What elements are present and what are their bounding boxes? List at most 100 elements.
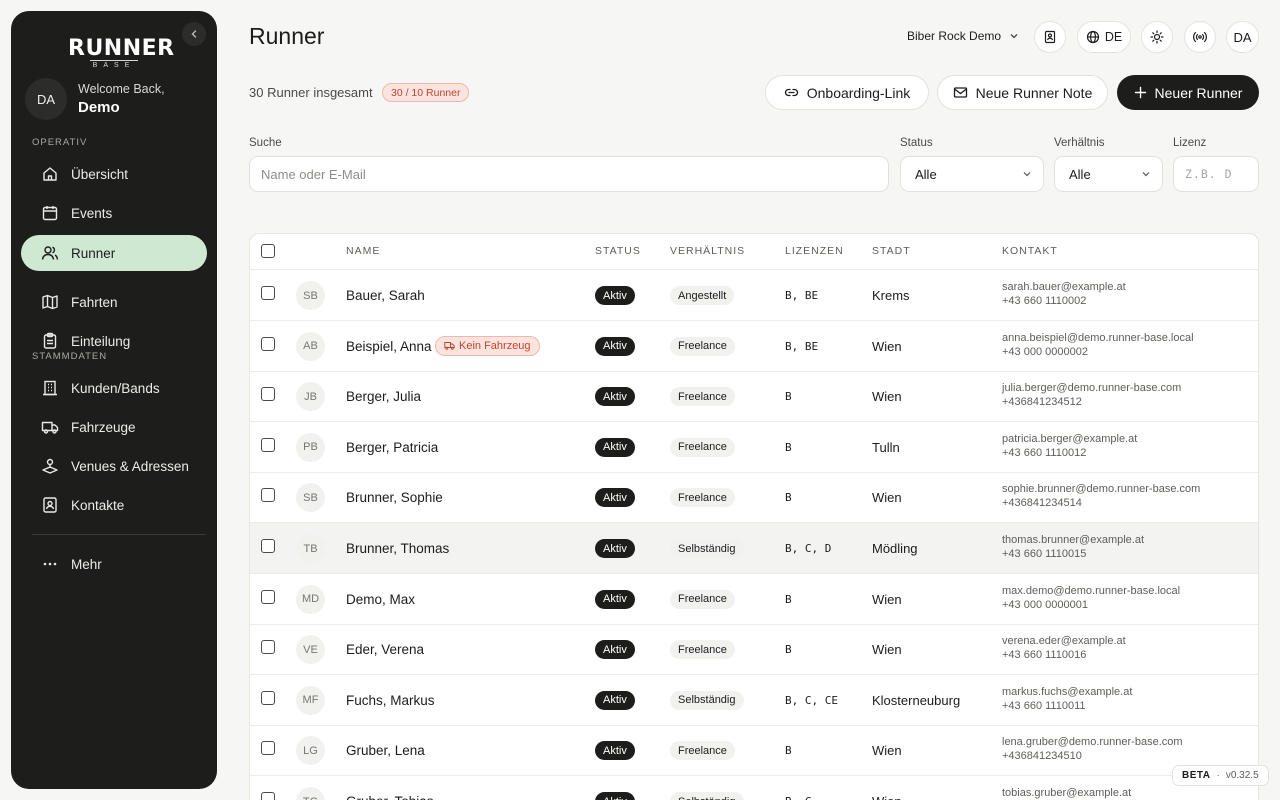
table-row[interactable]: VE Eder, Verena Aktiv Freelance B Wien verena.… <box>250 624 1258 676</box>
row-checkbox[interactable] <box>261 589 275 604</box>
row-checkbox[interactable] <box>261 792 275 800</box>
table-row[interactable]: TG Gruber, Tobias Aktiv Selbständig B, C Wien… <box>250 776 1258 800</box>
relation-filter-select[interactable]: Alle <box>1054 156 1163 192</box>
email[interactable]: julia.berger@demo.runner-base.com <box>1002 382 1181 394</box>
relation-badge: Freelance <box>670 640 735 660</box>
sidebar-item-mehr[interactable]: Mehr <box>21 546 207 582</box>
email[interactable]: sarah.bauer@example.at <box>1002 281 1126 293</box>
users-icon <box>41 244 59 262</box>
phone[interactable]: +43 000 0000002 <box>1002 346 1088 358</box>
sidebar-item-label: Kontakte <box>71 497 125 513</box>
runner-name[interactable]: Berger, Julia <box>346 389 421 404</box>
contact-card-button[interactable] <box>1034 21 1066 53</box>
new-runner-button[interactable]: Neuer Runner <box>1117 75 1259 110</box>
row-avatar: TB <box>296 534 325 563</box>
onboarding-link-button[interactable]: Onboarding-Link <box>765 75 929 110</box>
runner-name[interactable]: Gruber, Lena <box>346 743 425 758</box>
org-selector[interactable]: Biber Rock Demo <box>907 29 1019 43</box>
email[interactable]: lena.gruber@demo.runner-base.com <box>1002 736 1183 748</box>
table-row[interactable]: MF Fuchs, Markus Aktiv Selbständig B, C, CE K… <box>250 675 1258 726</box>
email[interactable]: markus.fuchs@example.at <box>1002 686 1132 698</box>
row-avatar: MD <box>296 584 325 614</box>
runner-name[interactable]: Bauer, Sarah <box>346 288 425 303</box>
runner-name[interactable]: Eder, Verena <box>346 642 424 657</box>
sidebar-item-events[interactable]: Events <box>21 195 207 231</box>
runner-name[interactable]: Demo, Max <box>346 592 415 607</box>
row-checkbox[interactable] <box>261 690 275 705</box>
sidebar-item-runner[interactable]: Runner <box>21 235 207 271</box>
sidebar-item-kontakte[interactable]: Kontakte <box>21 487 207 523</box>
broadcast-button[interactable] <box>1184 21 1216 53</box>
column-header-name[interactable]: NAME <box>346 245 380 257</box>
column-header-contact[interactable]: KONTAKT <box>1002 245 1058 257</box>
table-row[interactable]: LG Gruber, Lena Aktiv Freelance B Wien lena.gr… <box>250 725 1258 777</box>
sidebar-item-venues[interactable]: Venues & Adressen <box>21 448 207 484</box>
row-checkbox[interactable] <box>261 437 275 452</box>
table-row[interactable]: SB Brunner, Sophie Aktiv Freelance B Wien soph… <box>250 472 1258 524</box>
sidebar-item-fahrzeuge[interactable]: Fahrzeuge <box>21 409 207 445</box>
runner-name[interactable]: Brunner, Sophie <box>346 490 443 505</box>
table-row[interactable]: JB Berger, Julia Aktiv Freelance B Wien julia.… <box>250 371 1258 423</box>
table-row[interactable]: AB Beispiel, Anna Kein Fahrzeug Aktiv Freela… <box>250 321 1258 372</box>
status-badge: Aktiv <box>595 792 635 800</box>
email[interactable]: tobias.gruber@example.at <box>1002 787 1131 799</box>
column-header-status[interactable]: STATUS <box>595 245 641 257</box>
email[interactable]: patricia.berger@example.at <box>1002 433 1137 445</box>
runner-name[interactable]: Berger, Patricia <box>346 440 438 455</box>
new-runner-note-button[interactable]: Neue Runner Note <box>937 75 1108 110</box>
email[interactable]: sophie.brunner@demo.runner-base.com <box>1002 483 1200 495</box>
email[interactable]: thomas.brunner@example.at <box>1002 534 1144 546</box>
table-row[interactable]: SB Bauer, Sarah Aktiv Angestellt B, BE Krems s… <box>250 270 1258 321</box>
no-vehicle-badge: Kein Fahrzeug <box>435 335 540 356</box>
phone[interactable]: +43 660 1110011 <box>1002 700 1086 712</box>
phone[interactable]: +43 660 1110015 <box>1002 548 1086 560</box>
table-row[interactable]: TB Brunner, Thomas Aktiv Selbständig B, C, D… <box>250 523 1258 574</box>
phone[interactable]: +43 660 1110002 <box>1002 295 1086 307</box>
phone[interactable]: +43 000 0000001 <box>1002 599 1088 611</box>
row-checkbox[interactable] <box>261 741 275 756</box>
row-checkbox[interactable] <box>261 640 275 655</box>
phone[interactable]: +43 660 1110012 <box>1002 447 1086 459</box>
sidebar-item-label: Fahrten <box>71 294 118 310</box>
row-checkbox[interactable] <box>261 387 275 402</box>
status-badge: Aktiv <box>595 690 635 710</box>
phone[interactable]: +43 660 1110016 <box>1002 649 1086 661</box>
sidebar-item-kunden-bands[interactable]: Kunden/Bands <box>21 370 207 406</box>
row-checkbox[interactable] <box>261 539 275 553</box>
theme-toggle-button[interactable] <box>1141 21 1173 53</box>
link-icon <box>784 88 798 97</box>
sidebar: RUNNER BASE DA Welcome Back, Demo OPERAT… <box>11 11 217 789</box>
row-checkbox[interactable] <box>261 336 275 351</box>
language-button[interactable]: DE <box>1077 21 1131 53</box>
status-badge: Aktiv <box>595 589 635 609</box>
user-avatar[interactable]: DA <box>25 78 67 120</box>
email[interactable]: max.demo@demo.runner-base.local <box>1002 585 1180 597</box>
collapse-sidebar-button[interactable] <box>182 22 206 46</box>
status-badge: Aktiv <box>595 437 635 457</box>
column-header-city[interactable]: STADT <box>872 245 911 257</box>
phone[interactable]: +436841234514 <box>1002 497 1082 509</box>
sidebar-item-uebersicht[interactable]: Übersicht <box>21 156 207 192</box>
phone[interactable]: +436841234510 <box>1002 750 1082 762</box>
table-row[interactable]: MD Demo, Max Aktiv Freelance B Wien max.demo@d… <box>250 574 1258 625</box>
license-list: B <box>785 744 792 758</box>
runner-name[interactable]: Fuchs, Markus <box>346 693 435 708</box>
sidebar-item-fahrten[interactable]: Fahrten <box>21 284 207 320</box>
select-all-checkbox[interactable] <box>261 244 275 258</box>
row-checkbox[interactable] <box>261 286 275 300</box>
email[interactable]: verena.eder@example.at <box>1002 635 1126 647</box>
email[interactable]: anna.beispiel@demo.runner-base.local <box>1002 332 1194 344</box>
table-row[interactable]: PB Berger, Patricia Aktiv Freelance B Tulln pa… <box>250 422 1258 473</box>
runner-name[interactable]: Gruber, Tobias <box>346 794 434 800</box>
column-header-relation[interactable]: VERHÄLTNIS <box>670 245 745 257</box>
header-avatar[interactable]: DA <box>1226 21 1259 53</box>
runner-name[interactable]: Brunner, Thomas <box>346 541 449 556</box>
runner-name[interactable]: Beispiel, Anna <box>346 339 432 354</box>
column-header-licenses[interactable]: LIZENZEN <box>785 245 844 257</box>
row-checkbox[interactable] <box>261 488 275 503</box>
search-input[interactable]: Name oder E-Mail <box>249 156 889 192</box>
license-filter-input[interactable]: Z.B. D <box>1173 156 1259 192</box>
status-filter-select[interactable]: Alle <box>900 156 1044 192</box>
more-icon <box>41 555 59 573</box>
phone[interactable]: +436841234512 <box>1002 396 1082 408</box>
